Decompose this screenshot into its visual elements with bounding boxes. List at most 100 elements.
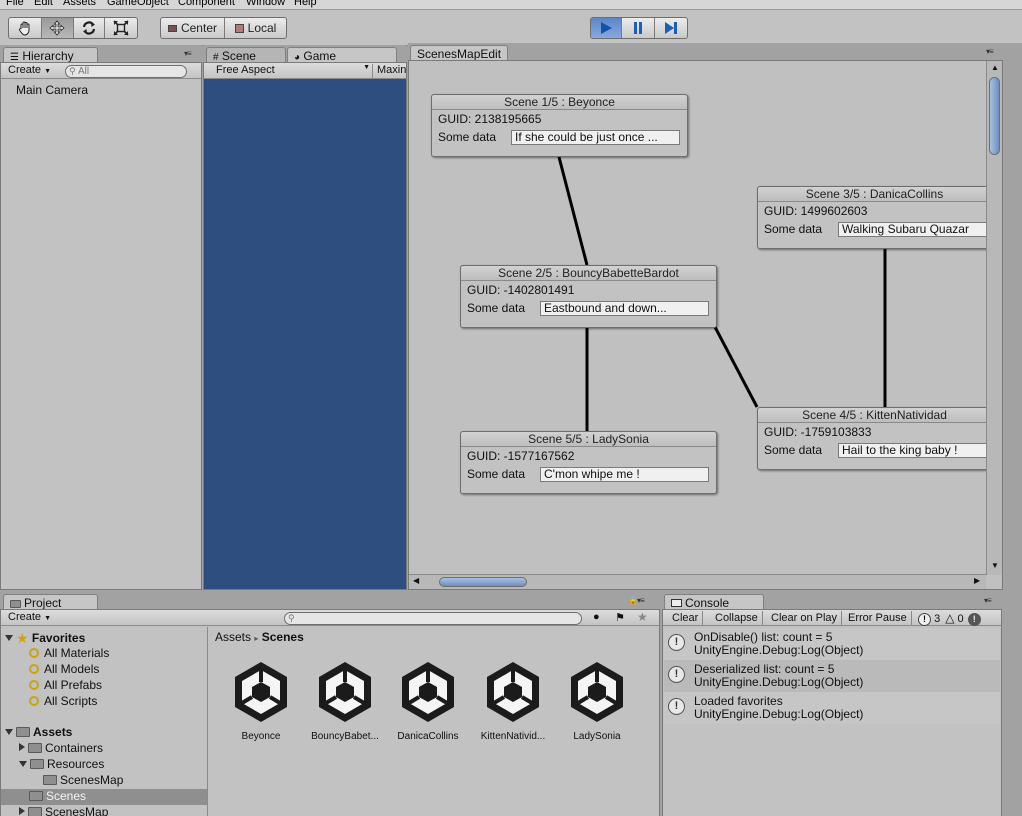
scene-node-guid: GUID: -1577167562 — [467, 449, 575, 463]
create-dropdown[interactable]: Create ▼ — [4, 64, 55, 78]
console-icon — [671, 599, 682, 607]
filter-by-label-icon[interactable]: ⚑ — [615, 611, 625, 624]
lock-icon[interactable]: 🔒▾≡ — [628, 596, 645, 605]
tree-item-all-prefabs[interactable]: All Prefabs — [29, 678, 102, 692]
tree-item-all-scripts[interactable]: All Scripts — [29, 694, 97, 708]
menu-help[interactable]: Help — [294, 0, 317, 8]
asset-scene-danicacollins[interactable]: DanicaCollins — [387, 660, 469, 742]
scene-node-3[interactable]: Scene 3/5 : DanicaCollins GUID: 14996026… — [757, 186, 992, 249]
hierarchy-item-main-camera[interactable]: Main Camera — [16, 83, 88, 97]
play-icon[interactable] — [591, 18, 623, 38]
menu-component[interactable]: Component — [178, 0, 235, 8]
menu-file[interactable]: File — [6, 0, 24, 8]
scene-node-5[interactable]: Scene 5/5 : LadySonia GUID: -1577167562 … — [460, 431, 717, 494]
pause-icon[interactable] — [622, 18, 655, 38]
tree-item-containers[interactable]: Containers — [19, 741, 103, 755]
breadcrumb-assets[interactable]: Assets — [215, 630, 251, 644]
vertical-scrollbar[interactable]: ▲ ▼ — [986, 61, 1002, 575]
scene-node-guid: GUID: 2138195665 — [438, 112, 542, 126]
aspect-dropdown[interactable]: Free Aspect ▼ — [212, 64, 372, 78]
search-icon — [29, 648, 39, 658]
expand-icon[interactable] — [19, 761, 27, 767]
unity-scene-icon — [487, 662, 539, 722]
asset-caption: DanicaCollins — [397, 731, 459, 742]
expand-icon[interactable] — [5, 635, 13, 641]
star-icon[interactable]: ★ — [637, 610, 648, 624]
info-icon: ! — [668, 666, 685, 683]
panel-menu-icon[interactable]: ▾≡ — [984, 596, 992, 605]
scene-node-data-field[interactable]: Eastbound and down... — [540, 301, 709, 316]
pivot-center-button[interactable]: Center — [161, 18, 225, 38]
asset-scene-kittennatividad[interactable]: KittenNativid... — [472, 660, 554, 742]
project-create-dropdown[interactable]: Create ▼ — [4, 611, 55, 625]
scroll-right-icon[interactable]: ▶ — [974, 576, 980, 585]
tree-item-all-models[interactable]: All Models — [29, 662, 99, 676]
panel-menu-icon[interactable]: ▾≡ — [184, 49, 192, 58]
scene-node-title: Scene 4/5 : KittenNatividad — [758, 408, 991, 423]
scene-node-data-field[interactable]: C'mon whipe me ! — [540, 467, 709, 482]
clear-button[interactable]: Clear — [668, 611, 704, 626]
hierarchy-panel: Create ▼ ⚲ All Main Camera — [0, 62, 202, 590]
scene-node-4[interactable]: Scene 4/5 : KittenNatividad GUID: -17591… — [757, 407, 992, 470]
scroll-up-icon[interactable]: ▲ — [991, 63, 999, 72]
menu-assets[interactable]: Assets — [63, 0, 96, 8]
scene-node-data-field[interactable]: Hail to the king baby ! — [838, 443, 990, 458]
asset-scene-ladysonia[interactable]: LadySonia — [556, 660, 638, 742]
scale-icon[interactable] — [105, 18, 137, 38]
panel-menu-icon[interactable]: ▾≡ — [986, 47, 994, 56]
vertical-scroll-thumb[interactable] — [989, 77, 1000, 155]
expand-icon[interactable] — [5, 729, 13, 735]
search-icon: ⚲ — [69, 66, 76, 76]
step-icon[interactable] — [655, 18, 687, 38]
expand-icon[interactable] — [19, 743, 25, 751]
hand-icon[interactable] — [9, 18, 42, 38]
breadcrumb-scenes[interactable]: Scenes — [262, 630, 304, 644]
maximize-on-play-button[interactable]: Maxin — [372, 64, 410, 78]
tree-item-resources[interactable]: Resources — [19, 757, 104, 771]
scene-node-data-field[interactable]: If she could be just once ... — [511, 130, 680, 145]
scene-node-1[interactable]: Scene 1/5 : Beyonce GUID: 2138195665 Som… — [431, 94, 688, 157]
menu-gameobject[interactable]: GameObject — [107, 0, 169, 8]
asset-caption: KittenNativid... — [480, 731, 546, 742]
scenes-map-canvas[interactable]: Scene 1/5 : Beyonce GUID: 2138195665 Som… — [408, 60, 1003, 590]
tree-assets[interactable]: Assets — [5, 725, 72, 739]
scene-node-data-field[interactable]: Walking Subaru Quazar — [838, 222, 990, 237]
scroll-down-icon[interactable]: ▼ — [991, 561, 999, 570]
expand-icon[interactable] — [19, 807, 25, 815]
tab-game-label: Game — [303, 49, 337, 63]
info-icon: ! — [668, 634, 685, 651]
tab-scene-label: Scene — [221, 49, 256, 63]
tree-favorites[interactable]: ★ Favorites — [5, 630, 85, 647]
pivot-local-button[interactable]: Local — [225, 18, 286, 38]
tree-item-label: Containers — [45, 741, 104, 755]
error-pause-button[interactable]: Error Pause — [844, 611, 912, 626]
asset-scene-beyonce[interactable]: Beyonce — [220, 660, 302, 742]
scene-node-2[interactable]: Scene 2/5 : BouncyBabetteBardot GUID: -1… — [460, 265, 717, 328]
horizontal-scrollbar[interactable]: ◀ ▶ — [409, 574, 986, 589]
tree-item-all-materials[interactable]: All Materials — [29, 646, 109, 660]
tree-item-scenesmap[interactable]: ScenesMap — [43, 773, 123, 787]
scene-node-data-label: Some data — [438, 130, 497, 144]
log-entry[interactable]: ! OnDisable() list: count = 5 UnityEngine… — [664, 628, 1000, 660]
horizontal-scroll-thumb[interactable] — [439, 577, 527, 587]
project-search-input[interactable]: ⚲ — [284, 612, 582, 625]
warning-icon[interactable]: △ — [945, 611, 954, 625]
tree-item-scenesmap-2[interactable]: ScenesMap — [19, 805, 108, 816]
scroll-left-icon[interactable]: ◀ — [413, 576, 419, 585]
error-icon[interactable]: ! — [967, 613, 981, 626]
collapse-button[interactable]: Collapse — [711, 611, 763, 626]
filter-by-type-icon[interactable]: ● — [593, 611, 600, 623]
tree-item-scenes[interactable]: Scenes — [29, 789, 86, 803]
search-icon — [29, 664, 39, 674]
clear-on-play-button[interactable]: Clear on Play — [767, 611, 843, 626]
asset-scene-bouncybabette[interactable]: BouncyBabet... — [304, 660, 386, 742]
game-view[interactable]: Free Aspect ▼ Maxin — [203, 62, 407, 590]
menu-window[interactable]: Window — [246, 0, 285, 8]
move-icon[interactable] — [41, 18, 74, 38]
hierarchy-search-input[interactable]: ⚲ All — [65, 65, 187, 78]
rotate-icon[interactable] — [74, 18, 106, 38]
log-entry[interactable]: ! Deserialized list: count = 5 UnityEngin… — [664, 660, 1000, 692]
menu-edit[interactable]: Edit — [34, 0, 53, 8]
info-icon[interactable]: ! — [918, 613, 931, 626]
log-entry[interactable]: ! Loaded favorites UnityEngine.Debug:Log(… — [664, 692, 1000, 724]
